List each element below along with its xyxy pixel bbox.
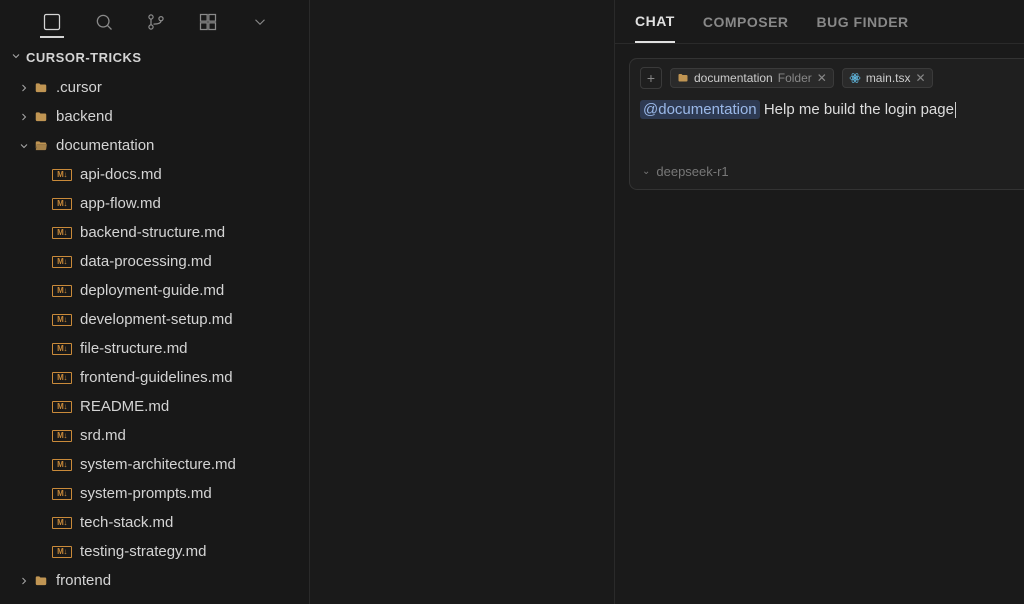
mention-tag: @documentation (640, 100, 760, 119)
chevron-down-icon[interactable]: ⌄ (642, 166, 650, 177)
folder-icon (32, 108, 50, 126)
tab-bugfinder[interactable]: BUG FINDER (817, 2, 909, 42)
file-item[interactable]: M↓ deployment-guide.md (0, 276, 309, 305)
folder-icon (32, 137, 50, 155)
project-title: CURSOR-TRICKS (26, 50, 142, 65)
chevron-right-icon (16, 575, 32, 587)
file-tree: .cursor backend documentation M↓ api-docs.md… (0, 71, 309, 604)
item-label: system-architecture.md (80, 456, 236, 473)
activity-bar (0, 0, 309, 44)
markdown-icon: M↓ (52, 256, 72, 268)
model-selector[interactable]: deepseek-r1 (656, 164, 728, 179)
markdown-icon: M↓ (52, 459, 72, 471)
context-chip-documentation[interactable]: documentation Folder ✕ (670, 68, 834, 88)
close-icon[interactable]: ✕ (817, 71, 827, 85)
markdown-icon: M↓ (52, 169, 72, 181)
search-icon[interactable] (92, 10, 116, 34)
markdown-icon: M↓ (52, 401, 72, 413)
close-icon[interactable]: ✕ (916, 71, 926, 85)
text-cursor (955, 102, 956, 118)
item-label: documentation (56, 137, 154, 154)
chip-name: main.tsx (866, 71, 911, 85)
item-label: frontend-guidelines.md (80, 369, 233, 386)
folder-item[interactable]: .cursor (0, 73, 309, 102)
input-text: Help me build the login page (764, 101, 954, 118)
file-item[interactable]: M↓ data-processing.md (0, 247, 309, 276)
markdown-icon: M↓ (52, 227, 72, 239)
context-chips-row: + documentation Folder ✕ main.tsx ✕ (630, 59, 1024, 97)
file-item[interactable]: M↓ srd.md (0, 421, 309, 450)
markdown-icon: M↓ (52, 314, 72, 326)
tab-chat[interactable]: CHAT (635, 1, 675, 43)
editor-area (310, 0, 614, 604)
file-item[interactable]: M↓ tech-stack.md (0, 508, 309, 537)
react-icon (849, 72, 861, 84)
tab-composer[interactable]: COMPOSER (703, 2, 789, 42)
item-label: deployment-guide.md (80, 282, 224, 299)
item-label: srd.md (80, 427, 126, 444)
markdown-icon: M↓ (52, 198, 72, 210)
panel-tabs: CHAT COMPOSER BUG FINDER (615, 0, 1024, 44)
chat-box: + documentation Folder ✕ main.tsx ✕ (629, 58, 1024, 190)
markdown-icon: M↓ (52, 517, 72, 529)
item-label: backend-structure.md (80, 224, 225, 241)
chevron-down-icon (10, 50, 22, 65)
item-label: api-docs.md (80, 166, 162, 183)
item-label: file-structure.md (80, 340, 188, 357)
folder-item[interactable]: documentation (0, 131, 309, 160)
item-label: tech-stack.md (80, 514, 173, 531)
file-item[interactable]: M↓ api-docs.md (0, 160, 309, 189)
item-label: README.md (80, 398, 169, 415)
folder-icon (677, 72, 689, 84)
file-item[interactable]: M↓ README.md (0, 392, 309, 421)
chat-panel: CHAT COMPOSER BUG FINDER + documentation… (614, 0, 1024, 604)
item-label: .cursor (56, 79, 102, 96)
item-label: data-processing.md (80, 253, 212, 270)
markdown-icon: M↓ (52, 430, 72, 442)
markdown-icon: M↓ (52, 546, 72, 558)
chevron-down-icon[interactable] (248, 10, 272, 34)
file-item[interactable]: M↓ frontend-guidelines.md (0, 363, 309, 392)
markdown-icon: M↓ (52, 488, 72, 500)
chevron-right-icon (16, 82, 32, 94)
item-label: development-setup.md (80, 311, 233, 328)
item-label: testing-strategy.md (80, 543, 206, 560)
explorer-header[interactable]: CURSOR-TRICKS (0, 44, 309, 71)
markdown-icon: M↓ (52, 285, 72, 297)
extensions-icon[interactable] (196, 10, 220, 34)
chat-footer: ⌄ deepseek-r1 (630, 154, 1024, 189)
add-context-button[interactable]: + (640, 67, 662, 89)
file-item[interactable]: M↓ system-architecture.md (0, 450, 309, 479)
chevron-down-icon (16, 140, 32, 152)
chip-type: Folder (778, 71, 812, 85)
item-label: app-flow.md (80, 195, 161, 212)
folder-item[interactable]: backend (0, 102, 309, 131)
chat-input[interactable]: @documentation Help me build the login p… (630, 97, 1024, 126)
item-label: system-prompts.md (80, 485, 212, 502)
folder-icon (32, 79, 50, 97)
chip-name: documentation (694, 71, 773, 85)
markdown-icon: M↓ (52, 372, 72, 384)
chat-container: + documentation Folder ✕ main.tsx ✕ (615, 44, 1024, 190)
source-control-icon[interactable] (144, 10, 168, 34)
file-item[interactable]: M↓ testing-strategy.md (0, 537, 309, 566)
file-item[interactable]: M↓ backend-structure.md (0, 218, 309, 247)
folder-icon (32, 572, 50, 590)
item-label: frontend (56, 572, 111, 589)
sidebar: CURSOR-TRICKS .cursor backend documentatio… (0, 0, 310, 604)
markdown-icon: M↓ (52, 343, 72, 355)
file-item[interactable]: M↓ system-prompts.md (0, 479, 309, 508)
item-label: backend (56, 108, 113, 125)
file-item[interactable]: M↓ app-flow.md (0, 189, 309, 218)
file-item[interactable]: M↓ development-setup.md (0, 305, 309, 334)
file-item[interactable]: M↓ file-structure.md (0, 334, 309, 363)
explorer-icon[interactable] (40, 14, 64, 38)
chevron-right-icon (16, 111, 32, 123)
folder-item[interactable]: frontend (0, 566, 309, 595)
context-chip-main[interactable]: main.tsx ✕ (842, 68, 933, 88)
